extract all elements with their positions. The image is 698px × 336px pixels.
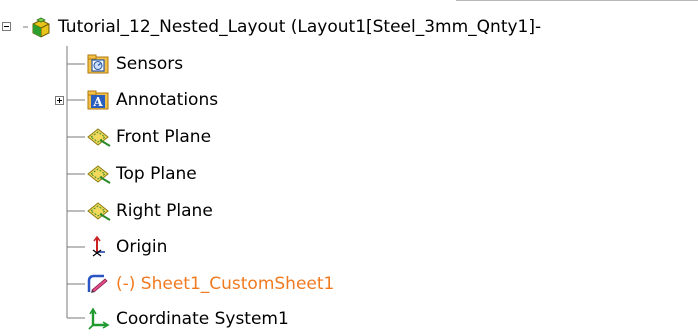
tree-item-label: Origin bbox=[116, 237, 168, 257]
annotations-icon: A bbox=[86, 88, 110, 112]
tree-item-sketch-sheet1[interactable]: (-) Sheet1_CustomSheet1 bbox=[86, 269, 334, 299]
tree-item-label: Right Plane bbox=[116, 201, 213, 221]
tree-item-label: Front Plane bbox=[116, 127, 212, 147]
tree-item-label: Top Plane bbox=[116, 164, 197, 184]
origin-icon bbox=[86, 235, 110, 259]
part-icon bbox=[28, 15, 52, 39]
tree-root[interactable]: Tutorial_12_Nested_Layout (Layout1[Steel… bbox=[28, 12, 541, 42]
sketch-icon bbox=[86, 272, 110, 296]
tree-item-label: Sensors bbox=[116, 54, 184, 74]
panel-top-border bbox=[456, 0, 698, 1]
tree-item-sensors[interactable]: Sensors bbox=[86, 49, 183, 79]
svg-text:A: A bbox=[92, 95, 103, 109]
plane-icon bbox=[86, 125, 111, 149]
annotations-expand-toggle[interactable] bbox=[55, 96, 64, 105]
tree-item-label: Annotations bbox=[116, 90, 219, 110]
root-collapse-toggle[interactable] bbox=[2, 22, 11, 31]
tree-item-coordinate-system1[interactable]: Coordinate System1 bbox=[86, 304, 289, 334]
tree-item-label: (-) Sheet1_CustomSheet1 bbox=[116, 274, 335, 294]
tree-item-origin[interactable]: Origin bbox=[86, 232, 167, 262]
plane-icon bbox=[86, 199, 111, 223]
sensors-folder-icon bbox=[86, 52, 110, 76]
root-label: Tutorial_12_Nested_Layout (Layout1[Steel… bbox=[58, 17, 542, 37]
coordinate-system-icon bbox=[86, 307, 110, 331]
tree-item-right-plane[interactable]: Right Plane bbox=[86, 196, 213, 226]
tree-item-label: Coordinate System1 bbox=[116, 309, 289, 329]
tree-item-front-plane[interactable]: Front Plane bbox=[86, 122, 211, 152]
tree-item-annotations[interactable]: A Annotations bbox=[86, 85, 218, 115]
tree-item-top-plane[interactable]: Top Plane bbox=[86, 159, 197, 189]
plane-icon bbox=[86, 162, 111, 186]
